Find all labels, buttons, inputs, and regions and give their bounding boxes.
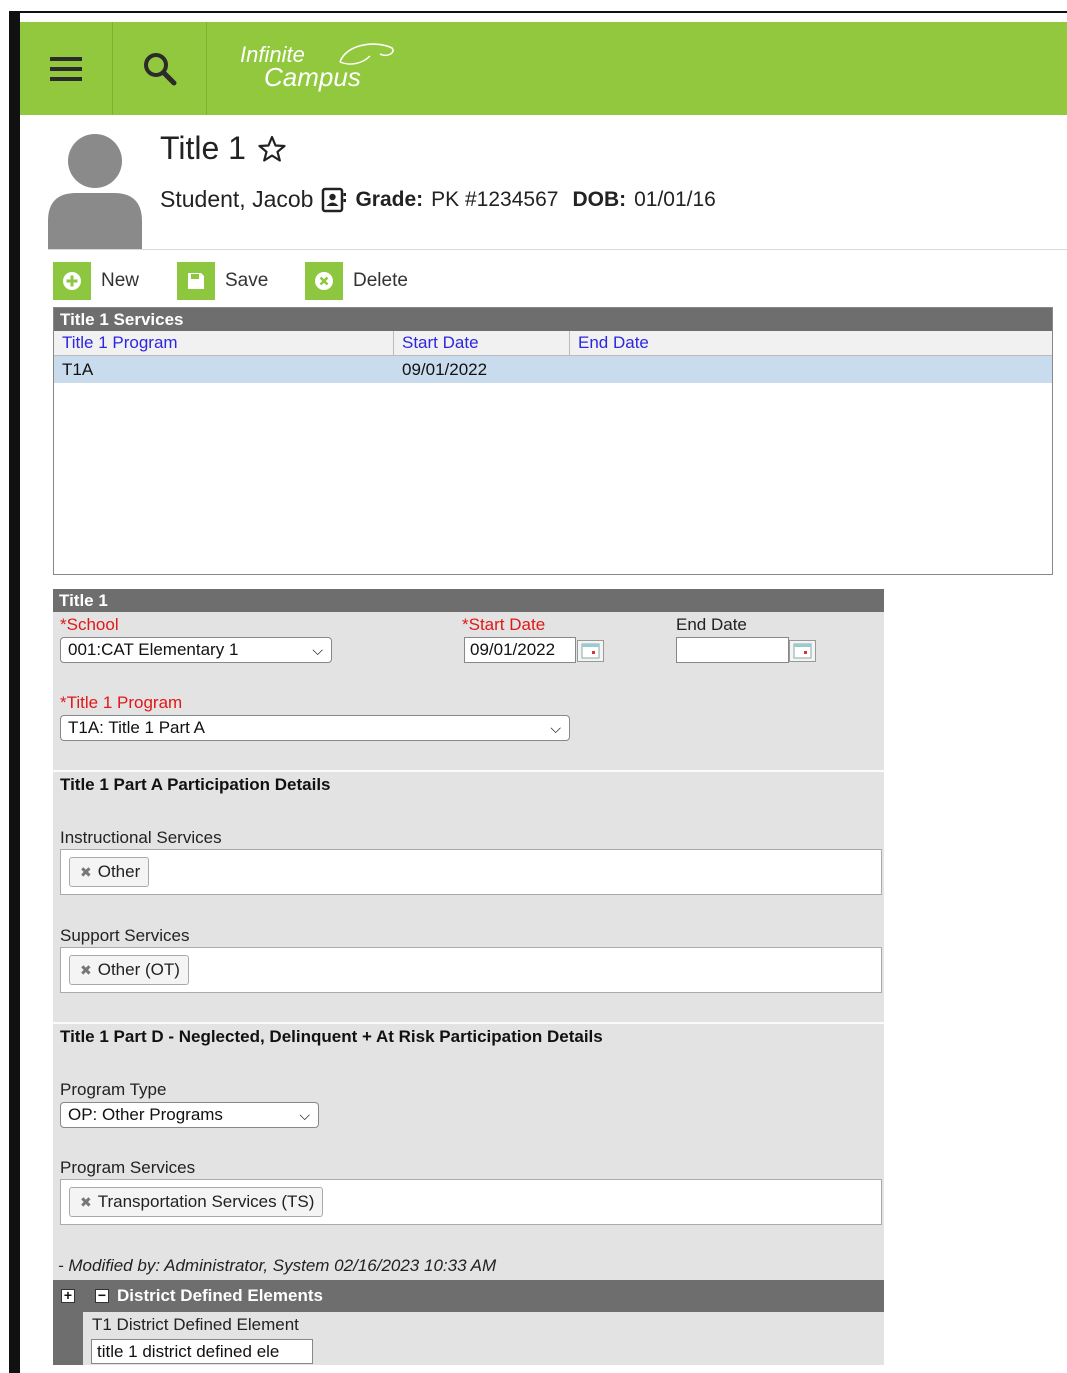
end-date-label: End Date xyxy=(676,615,747,634)
search-icon xyxy=(143,52,176,85)
table-row[interactable]: T1A 09/01/2022 xyxy=(54,356,1052,383)
program-services-field[interactable]: ✖ Transportation Services (TS) xyxy=(60,1179,882,1225)
column-header-end-date[interactable]: End Date xyxy=(570,331,1052,355)
logo-swoosh-icon xyxy=(339,43,394,65)
window-frame-left xyxy=(9,11,20,1373)
title-1-program-label: *Title 1 Program xyxy=(60,693,183,712)
expand-all-icon[interactable]: + xyxy=(61,1288,75,1303)
instructional-services-label: Instructional Services xyxy=(60,828,222,847)
top-navigation-bar: Infinite Campus xyxy=(20,22,1067,115)
section-divider xyxy=(53,770,884,772)
program-type-value: OP: Other Programs xyxy=(68,1105,223,1124)
program-type-label: Program Type xyxy=(60,1080,167,1099)
student-card-icon[interactable] xyxy=(321,187,347,213)
grade-label: Grade: xyxy=(355,187,424,211)
column-header-program[interactable]: Title 1 Program xyxy=(54,331,394,355)
district-defined-elements-indent xyxy=(53,1312,83,1365)
school-label: *School xyxy=(60,615,119,634)
start-date-label: *Start Date xyxy=(462,615,546,634)
save-button-label: Save xyxy=(225,270,269,291)
header-divider xyxy=(48,249,1067,250)
student-info: Student, Jacob Grade: PK #1234567 DOB: 0… xyxy=(160,186,716,213)
plus-circle-icon xyxy=(63,272,81,290)
star-icon[interactable] xyxy=(258,135,286,163)
new-button-label: New xyxy=(101,270,140,291)
part-a-heading: Title 1 Part A Participation Details xyxy=(60,775,331,794)
dob-label: DOB: xyxy=(572,187,627,211)
student-avatar xyxy=(48,134,142,249)
tag-label: Other xyxy=(97,862,141,881)
student-name: Student, Jacob xyxy=(160,186,314,212)
remove-tag-icon[interactable]: ✖ xyxy=(80,1187,92,1217)
instructional-services-field[interactable]: ✖ Other xyxy=(60,849,882,895)
program-services-label: Program Services xyxy=(60,1158,196,1177)
form-title: Title 1 xyxy=(53,589,884,612)
support-services-tag[interactable]: ✖ Other (OT) xyxy=(69,955,189,985)
delete-button[interactable]: Delete xyxy=(305,262,408,300)
modified-by-text: - Modified by: Administrator, System 02/… xyxy=(58,1256,497,1275)
column-header-start-date[interactable]: Start Date xyxy=(394,331,570,355)
cell-start-date: 09/01/2022 xyxy=(402,360,488,379)
program-services-tag[interactable]: ✖ Transportation Services (TS) xyxy=(69,1187,324,1217)
title-1-program-select[interactable]: T1A: Title 1 Part A ⌵ xyxy=(60,715,570,741)
delete-icon-box xyxy=(305,262,343,300)
collapse-section-icon[interactable]: − xyxy=(95,1288,109,1303)
chevron-down-icon: ⌵ xyxy=(550,720,561,736)
cell-end-date xyxy=(570,356,1052,383)
end-date-calendar-icon[interactable] xyxy=(789,640,816,662)
district-defined-elements-header: + − District Defined Elements xyxy=(53,1280,884,1312)
part-d-heading: Title 1 Part D - Neglected, Delinquent +… xyxy=(60,1027,603,1046)
table-header-row: Title 1 Program Start Date End Date xyxy=(54,331,1052,356)
x-circle-icon xyxy=(315,272,333,290)
remove-tag-icon[interactable]: ✖ xyxy=(80,955,92,985)
tag-label: Transportation Services (TS) xyxy=(97,1192,315,1211)
chevron-down-icon: ⌵ xyxy=(299,1107,310,1123)
grade-value: PK #1234567 xyxy=(431,187,559,211)
new-icon-box xyxy=(53,262,91,300)
remove-tag-icon[interactable]: ✖ xyxy=(80,857,92,887)
district-defined-elements-title: District Defined Elements xyxy=(117,1286,323,1305)
program-type-select[interactable]: OP: Other Programs ⌵ xyxy=(60,1102,319,1128)
support-services-label: Support Services xyxy=(60,926,190,945)
save-icon-box xyxy=(177,262,215,300)
search-button[interactable] xyxy=(113,22,206,115)
school-select-value: 001:CAT Elementary 1 xyxy=(68,640,239,659)
infinite-campus-logo[interactable]: Infinite Campus xyxy=(240,43,394,90)
title-1-detail-form: Title 1 *School 001:CAT Elementary 1 ⌵ *… xyxy=(53,589,884,1365)
menu-button[interactable] xyxy=(20,22,112,115)
school-select[interactable]: 001:CAT Elementary 1 ⌵ xyxy=(60,637,332,663)
chevron-down-icon: ⌵ xyxy=(312,642,323,658)
services-table-title: Title 1 Services xyxy=(54,308,1052,331)
new-button[interactable]: New xyxy=(53,262,139,300)
topbar-divider xyxy=(206,22,207,115)
hamburger-menu-icon xyxy=(50,56,82,81)
page-title-text: Title 1 xyxy=(160,130,246,166)
start-date-calendar-icon[interactable] xyxy=(577,640,604,662)
save-button[interactable]: Save xyxy=(177,262,268,300)
support-services-field[interactable]: ✖ Other (OT) xyxy=(60,947,882,993)
page-title: Title 1 xyxy=(160,130,286,167)
start-date-input[interactable]: 09/01/2022 xyxy=(464,637,576,663)
tag-label: Other (OT) xyxy=(97,960,180,979)
district-defined-element-label: T1 District Defined Element xyxy=(92,1315,299,1334)
district-defined-element-input[interactable]: title 1 district defined ele xyxy=(91,1339,313,1364)
dob-value: 01/01/16 xyxy=(634,187,716,211)
delete-button-label: Delete xyxy=(353,270,408,291)
title-1-program-value: T1A: Title 1 Part A xyxy=(68,718,206,737)
end-date-input[interactable] xyxy=(676,637,789,663)
cell-program: T1A xyxy=(62,360,94,379)
floppy-disk-icon xyxy=(188,273,204,289)
title-1-services-table: Title 1 Services Title 1 Program Start D… xyxy=(53,307,1053,575)
instructional-services-tag[interactable]: ✖ Other xyxy=(69,857,150,887)
section-divider xyxy=(53,1022,884,1024)
